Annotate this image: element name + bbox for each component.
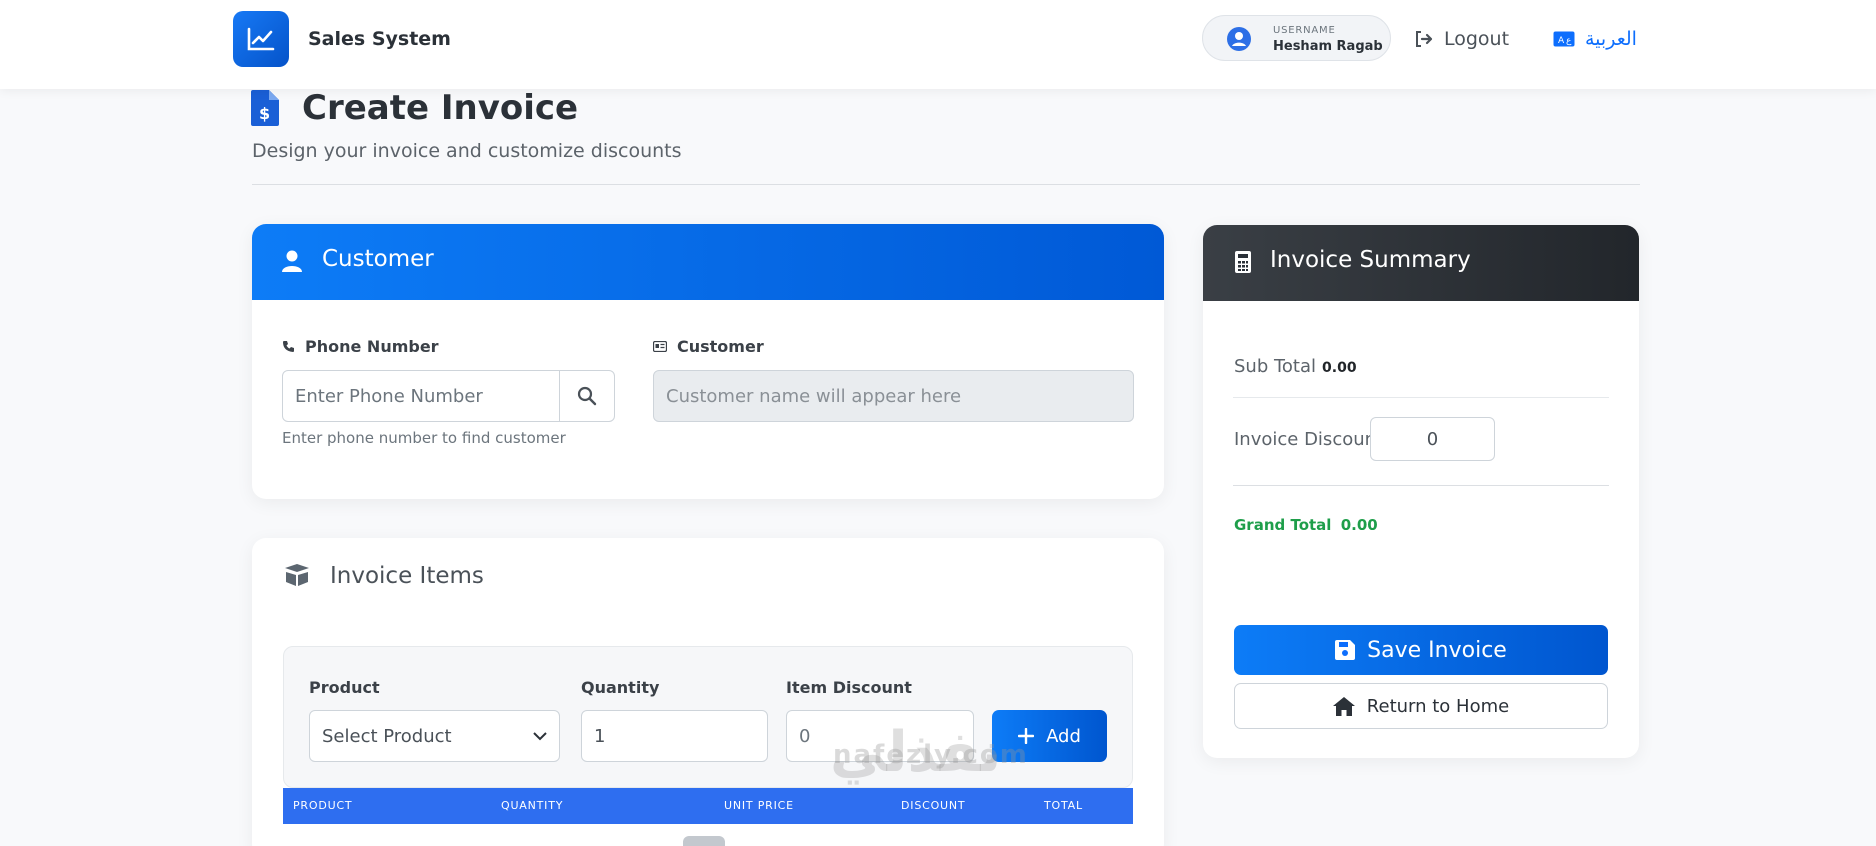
subtotal-value: 0.00 [1322,360,1357,376]
items-table-header: PRODUCT QUANTITY UNIT PRICE DISCOUNT TOT… [283,788,1133,824]
subtotal-row: Sub Total 0.00 [1234,356,1357,377]
customer-card-title: Customer [322,246,434,272]
customer-label: Customer [653,337,764,356]
phone-search-button[interactable] [559,370,615,422]
grand-total-label: Grand Total [1234,516,1332,534]
summary-card-title: Invoice Summary [1270,247,1471,273]
col-total: TOTAL [1044,799,1083,812]
svg-text:$: $ [259,104,270,123]
summary-divider-2 [1233,485,1609,486]
summary-divider-1 [1233,397,1609,398]
calculator-icon [1235,251,1251,273]
chart-line-icon [247,27,275,51]
logout-label: Logout [1444,28,1510,50]
phone-label: Phone Number [282,337,439,356]
brand-logo[interactable] [233,11,289,67]
invoice-discount-label: Invoice Discount [1234,429,1384,450]
language-icon: A ع [1553,31,1575,47]
watermark-url: nafezly.com [833,740,1029,770]
item-discount-label: Item Discount [786,678,912,697]
chevron-down-icon [533,731,547,740]
col-unit-price: UNIT PRICE [724,799,794,812]
customer-name-field: Customer name will appear here [653,370,1134,422]
return-home-label: Return to Home [1366,695,1510,717]
id-card-icon [653,341,667,352]
user-icon [282,250,302,272]
header-divider [252,184,1640,185]
search-icon [577,386,597,406]
subtotal-label: Sub Total [1234,356,1317,377]
page-title: Create Invoice [302,88,579,128]
grand-total-value: 0.00 [1340,516,1378,534]
page-subtitle: Design your invoice and customize discou… [252,140,682,162]
phone-input[interactable]: Enter Phone Number [282,370,560,422]
brand-name[interactable]: Sales System [308,28,451,50]
summary-card-header: Invoice Summary [1203,225,1639,301]
phone-icon [283,341,294,352]
col-discount: DISCOUNT [901,799,966,812]
user-pill: USERNAME Hesham Ragab [1202,15,1391,61]
quantity-label: Quantity [581,678,660,697]
user-circle-icon [1227,27,1251,51]
user-name: Hesham Ragab [1273,39,1383,54]
user-label: USERNAME [1273,25,1336,36]
sign-out-icon [1416,31,1433,47]
top-navbar: Sales System USERNAME Hesham Ragab Logou… [0,0,1876,89]
product-select-value: Select Product [322,725,452,747]
invoice-summary-card: Invoice Summary Sub Total 0.00 Invoice Di… [1203,225,1639,758]
quantity-input[interactable]: 1 [581,710,768,762]
floppy-disk-icon [1335,640,1356,660]
invoice-items-title: Invoice Items [330,563,484,589]
home-icon [1332,696,1355,716]
svg-text:A: A [1558,36,1565,46]
product-label: Product [309,678,380,697]
save-invoice-button[interactable]: Save Invoice [1234,625,1608,675]
return-home-button[interactable]: Return to Home [1234,683,1608,729]
logout-button[interactable]: Logout [1414,26,1509,52]
language-toggle[interactable]: A ع العربية [1553,26,1637,52]
col-product: PRODUCT [293,799,353,812]
boxes-icon [285,564,309,586]
phone-help-text: Enter phone number to find customer [282,429,566,447]
customer-card-header: Customer [252,224,1164,300]
empty-state-icon [683,836,725,846]
customer-label-text: Customer [677,337,764,356]
svg-text:ع: ع [1566,36,1572,46]
col-quantity: QUANTITY [501,799,564,812]
invoice-discount-input[interactable]: 0 [1370,417,1495,461]
grand-total-row: Grand Total 0.00 [1234,516,1378,534]
add-item-label: Add [1046,725,1081,747]
language-label: العربية [1585,28,1637,50]
product-select[interactable]: Select Product [309,710,560,762]
invoice-dollar-icon: $ [251,90,279,126]
customer-card: Customer Phone Number Enter Phone Number… [252,224,1164,499]
phone-label-text: Phone Number [305,337,439,356]
save-invoice-label: Save Invoice [1367,637,1507,663]
